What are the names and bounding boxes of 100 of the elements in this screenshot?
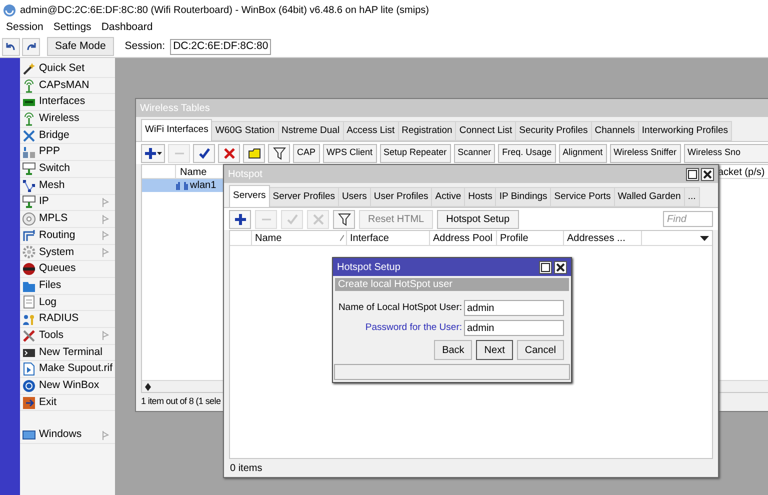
gear-icon: [22, 245, 36, 260]
tab[interactable]: Access List: [344, 121, 399, 141]
tab[interactable]: Channels: [592, 121, 639, 141]
toolbar-button[interactable]: Wireless Sno: [684, 144, 768, 162]
app-logo-icon: [3, 4, 16, 16]
maximize-button[interactable]: [686, 168, 699, 180]
sidebar-item-label: Quick Set: [39, 60, 86, 76]
sidebar-item-label: Make Supout.rif: [39, 361, 113, 376]
sidebar-item-label: CAPsMAN: [39, 78, 90, 93]
sidebar-item[interactable]: Interfaces: [20, 94, 115, 112]
sidebar-item[interactable]: Exit: [20, 394, 115, 412]
close-icon: [556, 262, 565, 272]
toolbar-button[interactable]: CAP: [293, 144, 320, 162]
dialog-button[interactable]: Cancel: [516, 340, 564, 360]
plus-icon: [234, 212, 246, 226]
tab[interactable]: Walled Garden: [614, 187, 685, 207]
sidebar-item[interactable]: Log: [20, 294, 115, 312]
sidebar-item-label: Log: [39, 294, 58, 310]
tab[interactable]: Interworking Profiles: [638, 121, 732, 141]
filter-icon: [272, 146, 286, 160]
sidebar-item[interactable]: Files: [20, 278, 115, 295]
disable-button[interactable]: [218, 144, 240, 162]
sidebar-item[interactable]: Tools: [20, 328, 115, 345]
tab[interactable]: ...: [684, 187, 700, 207]
sidebar-item[interactable]: New WinBox: [20, 378, 115, 395]
menu-item[interactable]: Settings: [53, 20, 92, 36]
column-header: Name: [255, 232, 283, 246]
sidebar-item[interactable]: IP: [20, 194, 115, 212]
column-header: acket (p/s): [718, 166, 766, 178]
toolbar-button[interactable]: Alignment: [558, 144, 607, 162]
sidebar-item-label: Wireless: [39, 111, 80, 126]
sidebar-item[interactable]: PPP: [20, 144, 115, 162]
sidebar-item[interactable]: Switch: [20, 161, 115, 178]
dropdown-arrow-icon: [700, 236, 709, 240]
sidebar-item-label: Switch: [39, 161, 71, 176]
undo-button[interactable]: [2, 38, 20, 56]
tab[interactable]: Nstreme Dual: [278, 121, 344, 141]
undo-icon: [6, 42, 16, 51]
close-button[interactable]: [554, 260, 567, 274]
toolbar-button[interactable]: Hotspot Setup: [437, 210, 518, 228]
safe-mode-button[interactable]: Safe Mode: [47, 37, 114, 56]
redo-icon: [26, 42, 36, 51]
tab[interactable]: Connect List: [456, 121, 516, 141]
diamond-icon: [142, 382, 154, 390]
sidebar-item-label: New Terminal: [39, 344, 104, 360]
field-label: Password for the User:: [365, 320, 462, 335]
sidebar-item-label: System: [39, 244, 76, 260]
session-field[interactable]: DC:2C:6E:DF:8C:80: [170, 38, 272, 54]
add-button[interactable]: [229, 210, 251, 228]
cross-icon: [222, 146, 236, 160]
sidebar-item-label: Files: [39, 278, 62, 293]
text-field[interactable]: admin: [464, 320, 564, 336]
wand-icon: [22, 62, 36, 76]
status-text: 0 items: [229, 462, 264, 476]
sidebar-item[interactable]: Queues: [20, 261, 115, 278]
enable-button[interactable]: [193, 144, 215, 162]
close-button[interactable]: [701, 168, 714, 180]
find-field[interactable]: Find: [663, 211, 713, 227]
redo-button[interactable]: [22, 38, 40, 56]
toolbar-button[interactable]: Setup Repeater: [380, 144, 451, 162]
dialog-button[interactable]: Back: [434, 340, 472, 360]
tab[interactable]: Active: [432, 187, 466, 207]
tab[interactable]: Server Profiles: [270, 187, 340, 207]
sidebar-item[interactable]: Make Supout.rif: [20, 361, 115, 378]
dialog-button[interactable]: Next: [476, 340, 513, 360]
tab[interactable]: Service Ports: [551, 187, 615, 207]
tab[interactable]: Security Profiles: [516, 121, 592, 141]
toolbar-button[interactable]: Freq. Usage: [498, 144, 556, 162]
sidebar-item-label: Windows: [39, 427, 83, 442]
tab[interactable]: Registration: [398, 121, 456, 141]
sidebar-item[interactable]: MPLS: [20, 211, 115, 228]
wifi-interface-icon: [176, 180, 188, 191]
sidebar-item[interactable]: System: [20, 244, 115, 262]
maximize-button[interactable]: [539, 260, 552, 274]
menu-item[interactable]: Dashboard: [101, 20, 153, 36]
text-field[interactable]: admin: [464, 300, 564, 316]
toolbar-button[interactable]: Scanner: [454, 144, 496, 162]
tab[interactable]: WiFi Interfaces: [141, 119, 212, 141]
tab[interactable]: IP Bindings: [496, 187, 552, 207]
sidebar-item[interactable]: New Terminal: [20, 344, 115, 362]
sidebar-item-label: Mesh: [39, 178, 66, 193]
sidebar-item[interactable]: Routing: [20, 228, 115, 245]
table-row[interactable]: wlan1: [142, 179, 224, 192]
window-icon: [22, 428, 36, 442]
menu-item[interactable]: Session: [6, 20, 44, 36]
tab[interactable]: Users: [339, 187, 371, 207]
toolbar-button[interactable]: WPS Client: [322, 144, 377, 162]
tab[interactable]: W60G Station: [212, 121, 278, 141]
routing-icon: [22, 228, 36, 243]
sidebar-item[interactable]: Windows: [20, 427, 115, 444]
maximize-icon: [688, 170, 697, 178]
filter-button[interactable]: [268, 144, 290, 162]
toolbar-button[interactable]: Wireless Sniffer: [610, 144, 681, 162]
add-button[interactable]: [141, 144, 165, 162]
sidebar-item-label: IP: [39, 194, 50, 210]
tab[interactable]: Servers: [229, 185, 270, 207]
comment-button[interactable]: [243, 144, 265, 162]
tab[interactable]: User Profiles: [370, 187, 432, 207]
filter-button[interactable]: [333, 210, 355, 228]
tab[interactable]: Hosts: [465, 187, 496, 207]
